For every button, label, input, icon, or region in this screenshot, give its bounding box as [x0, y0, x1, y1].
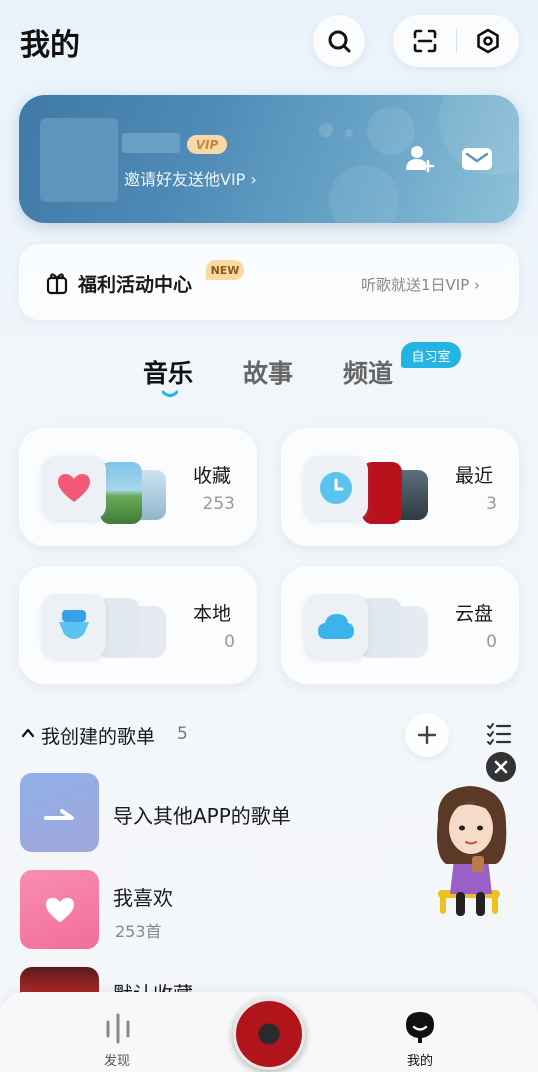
recent-cover-1: [362, 462, 402, 524]
header-action-pill: [393, 15, 519, 67]
library-label-favorites: 收藏: [193, 465, 232, 487]
local-music-icon: [59, 610, 89, 639]
clock-icon: [320, 472, 352, 504]
tab-active-indicator: [162, 390, 178, 397]
import-arrow-icon: [43, 808, 74, 820]
discover-icon[interactable]: [103, 1012, 133, 1044]
add-playlist-button[interactable]: [405, 713, 449, 757]
checklist-icon: [487, 723, 512, 745]
heart-icon: [45, 897, 74, 922]
nav-mine[interactable]: 我的: [407, 1050, 433, 1069]
study-room-badge: 自习室: [401, 342, 461, 368]
page-title: 我的: [20, 28, 80, 63]
tab-music[interactable]: 音乐: [143, 354, 193, 390]
my-playlists-count: 5: [177, 724, 188, 744]
manage-playlists-button[interactable]: [486, 722, 512, 746]
add-friend-icon: [406, 146, 435, 173]
nav-discover[interactable]: 发现: [104, 1050, 130, 1069]
library-count-cloud: 0: [486, 632, 497, 652]
avatar[interactable]: [40, 118, 118, 202]
settings-hexagon-icon: [476, 28, 499, 54]
import-playlist-cover: [20, 773, 99, 852]
now-playing-disc[interactable]: [233, 998, 305, 1070]
invite-friend-link[interactable]: 邀请好友送他VIP ›: [124, 166, 257, 190]
benefits-subtitle: 听歌就送1日VIP ›: [361, 276, 481, 294]
library-count-recent: 3: [486, 494, 497, 514]
gift-icon: [46, 271, 68, 295]
library-count-local: 0: [224, 632, 235, 652]
floating-mascot[interactable]: [424, 780, 520, 924]
close-floating-button[interactable]: [486, 752, 516, 782]
library-label-local: 本地: [193, 603, 232, 625]
cloud-icon: [318, 614, 354, 639]
liked-playlist-cover: [20, 870, 99, 949]
my-playlists-heading[interactable]: 我创建的歌单: [41, 722, 155, 749]
scan-button[interactable]: [393, 15, 456, 67]
mail-icon: [462, 148, 492, 170]
messages-button[interactable]: [460, 144, 494, 174]
library-label-cloud: 云盘: [455, 603, 494, 625]
vip-badge: VIP: [187, 135, 227, 154]
add-friend-button[interactable]: [404, 142, 436, 174]
playlist-subtitle-liked: 253首: [115, 922, 162, 941]
new-badge: NEW: [206, 260, 244, 280]
playlist-title-import: 导入其他APP的歌单: [113, 804, 291, 828]
tab-story[interactable]: 故事: [243, 354, 293, 390]
local-icon-tile: [42, 594, 106, 658]
username-placeholder: [122, 133, 180, 153]
default-playlist-cover: [20, 967, 99, 995]
scan-icon: [413, 29, 436, 53]
library-label-recent: 最近: [455, 465, 494, 487]
mine-icon[interactable]: [405, 1010, 435, 1044]
favorites-cover-1: [100, 462, 142, 524]
close-icon: [494, 760, 508, 774]
pill-divider: [456, 29, 457, 53]
playlist-title-liked: 我喜欢: [113, 886, 173, 910]
search-button[interactable]: [313, 15, 365, 67]
recent-icon-tile: [304, 456, 368, 520]
plus-icon: [417, 725, 437, 745]
search-icon: [328, 30, 351, 53]
collapse-chevron-icon[interactable]: [22, 728, 34, 738]
settings-button[interactable]: [456, 15, 519, 67]
library-count-favorites: 253: [202, 494, 235, 514]
cloud-icon-tile: [304, 594, 368, 658]
heart-icon: [58, 474, 90, 502]
favorites-icon-tile: [42, 456, 106, 520]
benefits-title: 福利活动中心: [78, 274, 193, 296]
tab-channel[interactable]: 频道: [343, 354, 393, 390]
